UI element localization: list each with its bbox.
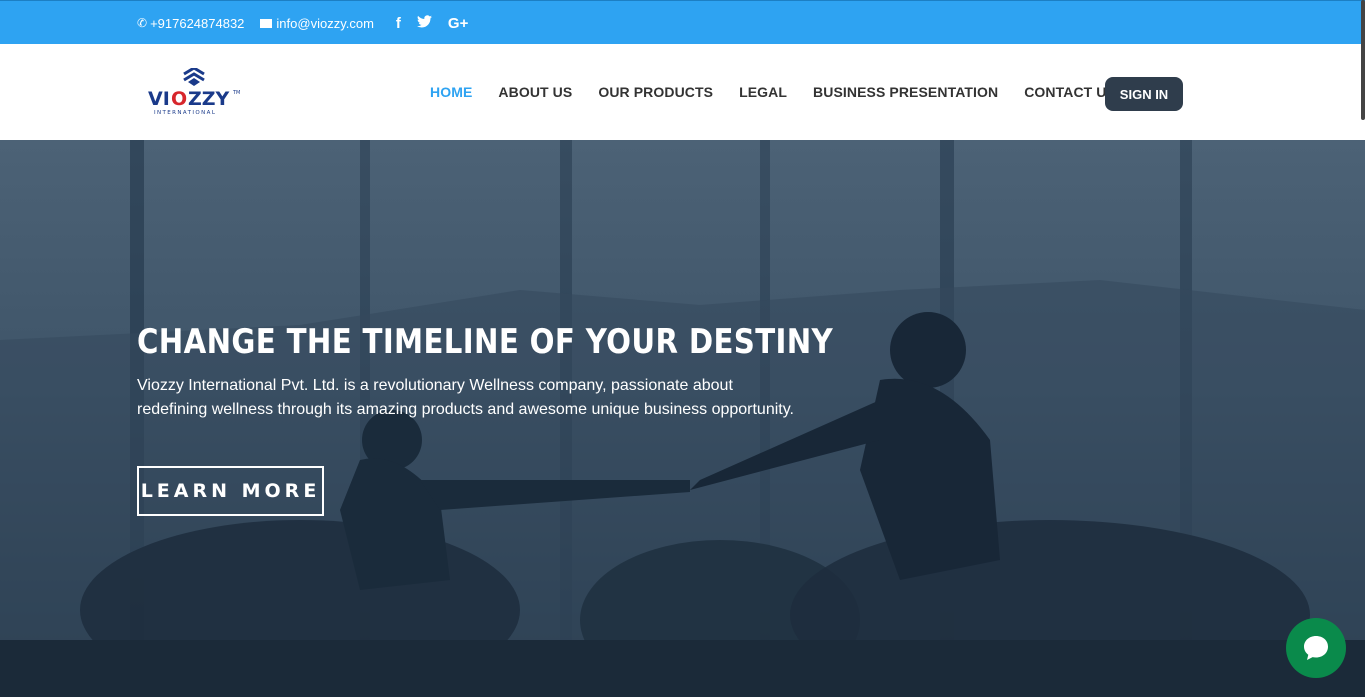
social-links: f G+	[396, 15, 484, 32]
svg-text:O: O	[171, 88, 187, 110]
nav-our-products[interactable]: OUR PRODUCTS	[598, 84, 713, 100]
site-header: VI O ZZY TM INTERNATIONAL HOME ABOUT US …	[0, 44, 1365, 140]
nav-legal[interactable]: LEGAL	[739, 84, 787, 100]
svg-text:ZZY: ZZY	[188, 88, 230, 110]
page-scrollbar[interactable]	[1361, 0, 1365, 120]
chat-widget-button[interactable]	[1286, 618, 1346, 678]
viozzy-logo[interactable]: VI O ZZY TM INTERNATIONAL	[148, 68, 242, 118]
svg-text:TM: TM	[232, 90, 240, 96]
nav-home[interactable]: HOME	[430, 84, 472, 100]
hero-section: CHANGE THE TIMELINE OF YOUR DESTINY Vioz…	[0, 140, 1365, 697]
top-bar: ✆ +917624874832 info@viozzy.com f G+	[0, 0, 1365, 44]
mail-icon	[260, 18, 273, 28]
svg-text:VI: VI	[148, 88, 170, 110]
hero-description: Viozzy International Pvt. Ltd. is a revo…	[137, 377, 794, 418]
google-plus-icon[interactable]: G+	[448, 15, 468, 32]
phone-icon: ✆	[137, 16, 148, 30]
sign-in-button[interactable]: SIGN IN	[1105, 77, 1183, 111]
nav-contact-us[interactable]: CONTACT US	[1024, 84, 1116, 100]
email-contact[interactable]: info@viozzy.com	[260, 15, 374, 31]
nav-business-presentation[interactable]: BUSINESS PRESENTATION	[813, 84, 998, 100]
hero-title: CHANGE THE TIMELINE OF YOUR DESTINY	[137, 322, 834, 362]
phone-number: +917624874832	[150, 15, 245, 31]
main-nav: HOME ABOUT US OUR PRODUCTS LEGAL BUSINES…	[430, 44, 1142, 140]
learn-more-button[interactable]: LEARN MORE	[137, 466, 324, 516]
chat-bubble-icon	[1304, 636, 1328, 660]
email-address: info@viozzy.com	[276, 15, 374, 31]
facebook-icon[interactable]: f	[396, 15, 401, 32]
nav-about-us[interactable]: ABOUT US	[498, 84, 572, 100]
twitter-icon[interactable]	[416, 14, 432, 32]
svg-text:INTERNATIONAL: INTERNATIONAL	[154, 110, 216, 116]
phone-contact[interactable]: ✆ +917624874832	[137, 16, 244, 31]
